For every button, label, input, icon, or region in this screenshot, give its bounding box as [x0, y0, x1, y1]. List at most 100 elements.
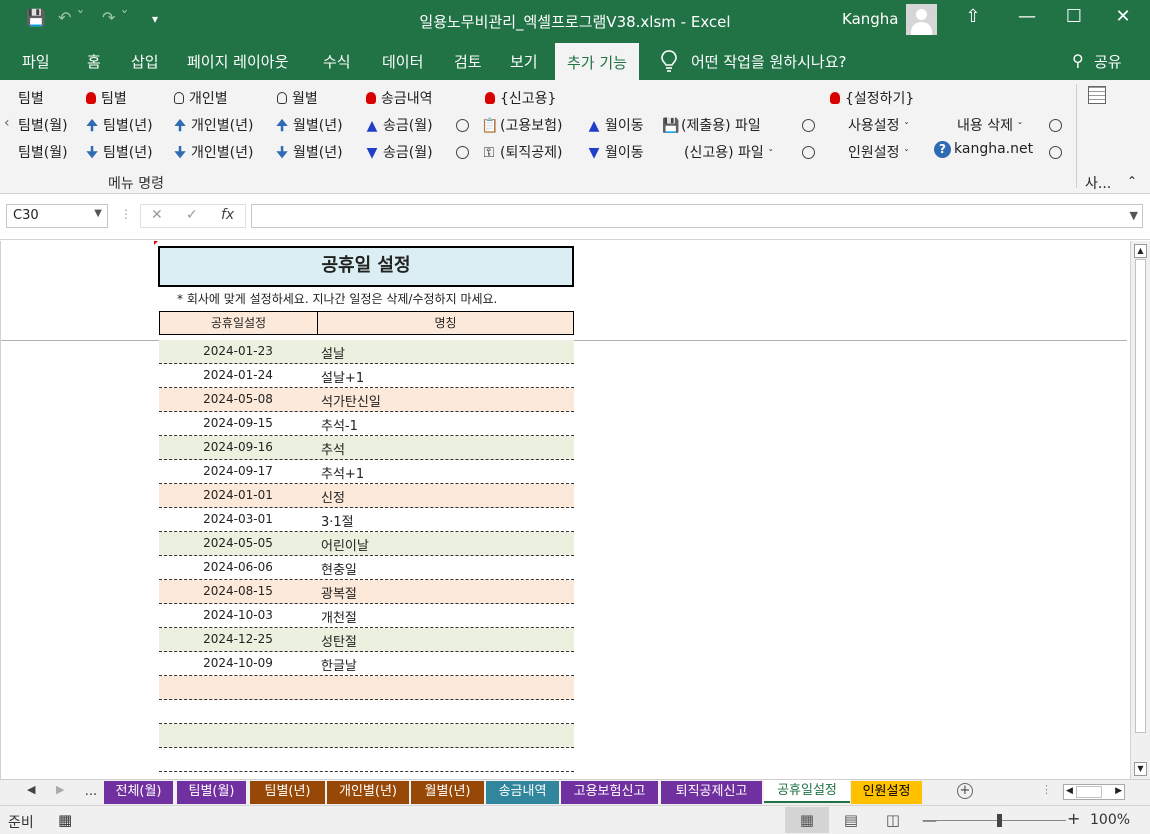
cell-name[interactable]: 광복절: [321, 583, 357, 602]
cell-date[interactable]: 2024-10-03: [159, 608, 317, 622]
cell-date[interactable]: 2024-01-24: [159, 368, 317, 382]
collapsed-group[interactable]: 사...: [1085, 173, 1111, 193]
avatar[interactable]: [906, 4, 937, 35]
btn-usage-settings[interactable]: 사용설정 ˇ: [848, 115, 909, 135]
scroll-thumb[interactable]: [1076, 786, 1102, 798]
btn-team-year-down[interactable]: 🠋 팀별(년): [84, 142, 152, 166]
table-row[interactable]: 2024-10-09 한글날: [159, 652, 574, 676]
tab-home[interactable]: 홈: [87, 51, 101, 72]
macro-record-icon[interactable]: ▦: [58, 811, 72, 829]
sheet-tab[interactable]: 개인별(년): [327, 781, 409, 804]
share-button[interactable]: 공유: [1094, 51, 1122, 72]
table-row[interactable]: [159, 724, 574, 748]
btn-month-move-up[interactable]: ▲ 월이동: [586, 115, 644, 135]
table-row[interactable]: 2024-08-15 광복절: [159, 580, 574, 604]
table-row[interactable]: [159, 676, 574, 700]
table-row[interactable]: 2024-01-01 신정: [159, 484, 574, 508]
btn-retirement-deduction[interactable]: ⚿ (퇴직공제): [481, 142, 563, 162]
btn-month-move-down[interactable]: ▼ 월이동: [586, 142, 644, 162]
close-icon[interactable]: ✕: [1108, 6, 1138, 27]
tab-page-layout[interactable]: 페이지 레이아웃: [187, 51, 288, 72]
tab-view[interactable]: 보기: [510, 51, 538, 72]
horizontal-scrollbar[interactable]: ◀ ▶: [1063, 784, 1125, 800]
cancel-icon[interactable]: ✕: [151, 207, 163, 223]
zoom-in-icon[interactable]: +: [1067, 809, 1080, 828]
normal-view-icon[interactable]: ▦: [785, 807, 829, 833]
cell-name[interactable]: 어린이날: [321, 535, 369, 554]
scroll-thumb[interactable]: [1135, 259, 1146, 733]
table-row[interactable]: 2024-09-15 추석-1: [159, 412, 574, 436]
cell-date[interactable]: 2024-12-25: [159, 632, 317, 646]
scroll-down-icon[interactable]: ▼: [1134, 762, 1147, 776]
sheet-tab[interactable]: 팀별(년): [250, 781, 325, 804]
btn-remittance[interactable]: 송금내역: [366, 88, 433, 108]
scroll-up-icon[interactable]: ▲: [1134, 244, 1147, 258]
table-row[interactable]: 2024-10-03 개천절: [159, 604, 574, 628]
tab-data[interactable]: 데이터: [382, 51, 423, 72]
radio-2[interactable]: [456, 144, 469, 160]
btn-staff-settings[interactable]: 인원설정 ˇ: [848, 142, 909, 162]
cell-name[interactable]: 추석-1: [321, 415, 358, 434]
cell-name[interactable]: 한글날: [321, 655, 357, 674]
btn-submit-file[interactable]: 💾 (제출용) 파일: [662, 115, 761, 135]
btn-remit-month-down[interactable]: ▼ 송금(월): [364, 142, 433, 162]
cell-date[interactable]: 2024-09-15: [159, 416, 317, 430]
btn-team-year-up[interactable]: 🠉 팀별(년): [84, 115, 152, 139]
btn-team-month[interactable]: 팀별(월): [18, 115, 68, 135]
page-break-view-icon[interactable]: ◫: [871, 807, 915, 833]
btn-employment-insurance[interactable]: 📋 (고용보험): [481, 115, 562, 135]
sheet-tab[interactable]: 전체(월): [104, 781, 173, 804]
btn-kangha-net[interactable]: ? kangha.net: [934, 141, 1033, 158]
cell-name[interactable]: 추석+1: [321, 463, 364, 482]
zoom-level[interactable]: 100%: [1090, 812, 1130, 828]
sheet-tab[interactable]: 인원설정: [851, 781, 922, 804]
btn-team-red[interactable]: 팀별: [86, 88, 127, 108]
tab-formulas[interactable]: 수식: [323, 51, 351, 72]
tab-review[interactable]: 검토: [454, 51, 482, 72]
sheet-tab[interactable]: 송금내역: [486, 781, 559, 804]
table-row[interactable]: 2024-05-08 석가탄신일: [159, 388, 574, 412]
cell-date[interactable]: 2024-09-16: [159, 440, 317, 454]
cell-name[interactable]: 현충일: [321, 559, 357, 578]
btn-personal-year-up[interactable]: 🠉 개인별(년): [172, 115, 253, 139]
cell-date[interactable]: 2024-01-23: [159, 344, 317, 358]
btn-report-file[interactable]: (신고용) 파일 ˇ: [684, 142, 773, 162]
user-name[interactable]: Kangha: [842, 10, 899, 28]
sheet-tab[interactable]: 퇴직공제신고: [661, 781, 762, 804]
btn-personal[interactable]: 개인별: [174, 88, 228, 108]
scroll-left-icon[interactable]: ‹: [4, 115, 10, 131]
cell-name[interactable]: 성탄절: [321, 631, 357, 650]
add-sheet-icon[interactable]: +: [957, 783, 973, 799]
cell-name[interactable]: 3·1절: [321, 511, 354, 530]
table-row[interactable]: 2024-09-17 추석+1: [159, 460, 574, 484]
cell-date[interactable]: 2024-08-15: [159, 584, 317, 598]
table-row[interactable]: 2024-12-25 성탄절: [159, 628, 574, 652]
table-row[interactable]: 2024-09-16 추석: [159, 436, 574, 460]
tab-file[interactable]: 파일: [22, 51, 50, 72]
collapse-ribbon-icon[interactable]: ⌃: [1127, 174, 1137, 188]
table-row[interactable]: 2024-06-06 현충일: [159, 556, 574, 580]
radio-5[interactable]: [1049, 117, 1062, 133]
btn-report[interactable]: {신고용}: [485, 88, 556, 108]
cell-date[interactable]: 2024-03-01: [159, 512, 317, 526]
minimize-icon[interactable]: —: [1012, 6, 1042, 27]
tab-addins[interactable]: 추가 기능: [555, 43, 639, 80]
cell-name[interactable]: 석가탄신일: [321, 391, 381, 410]
next-sheet-icon[interactable]: ▶: [56, 783, 64, 796]
btn-team[interactable]: 팀별: [18, 88, 44, 108]
sheet-tab[interactable]: 팀별(월): [177, 781, 246, 804]
worksheet[interactable]: 공휴일 설정 * 회사에 맞게 설정하세요. 지나간 일정은 삭제/수정하지 마…: [0, 241, 1130, 779]
name-box[interactable]: C30 ▼: [6, 204, 108, 228]
cell-name[interactable]: 개천절: [321, 607, 357, 626]
radio-6[interactable]: [1049, 144, 1062, 160]
cell-name[interactable]: 설날: [321, 343, 345, 362]
cell-date[interactable]: 2024-09-17: [159, 464, 317, 478]
formula-input[interactable]: ▼: [251, 204, 1143, 228]
btn-delete-content[interactable]: 내용 삭제 ˇ: [957, 115, 1022, 135]
btn-personal-year-down[interactable]: 🠋 개인별(년): [172, 142, 253, 166]
btn-monthly[interactable]: 월별: [277, 88, 318, 108]
cell-date[interactable]: 2024-06-06: [159, 560, 317, 574]
table-row[interactable]: 2024-01-23 설날: [159, 340, 574, 364]
vertical-scrollbar[interactable]: ▲ ▼: [1130, 241, 1150, 779]
enter-icon[interactable]: ✓: [186, 207, 198, 223]
